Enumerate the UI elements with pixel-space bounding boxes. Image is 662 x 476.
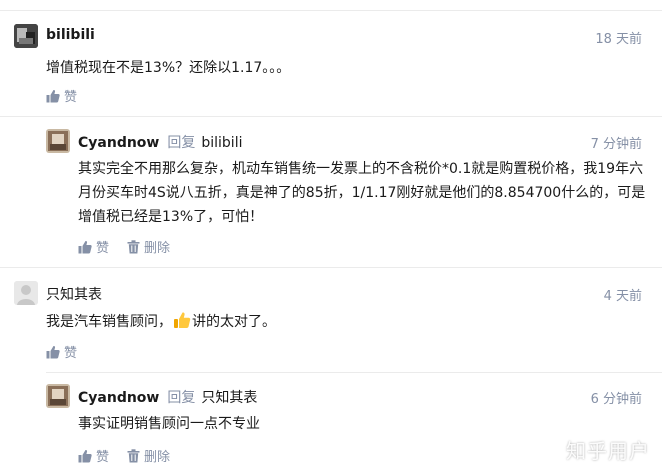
avatar[interactable] bbox=[46, 129, 70, 153]
avatar[interactable] bbox=[14, 24, 38, 48]
thumbs-up-icon bbox=[46, 345, 60, 358]
avatar-image bbox=[46, 129, 70, 153]
comment-content: 增值税现在不是13%？还除以1.17。。。 bbox=[46, 60, 291, 76]
comment-time: 18 天前 bbox=[595, 32, 642, 47]
comment-actions: 赞 bbox=[46, 342, 95, 361]
trash-icon bbox=[127, 448, 140, 462]
default-avatar-icon bbox=[14, 281, 38, 305]
reply-to-user[interactable]: 只知其表 bbox=[201, 390, 257, 406]
top-divider bbox=[0, 10, 662, 11]
comment-divider bbox=[0, 116, 662, 117]
like-label: 赞 bbox=[64, 90, 78, 105]
trash-icon bbox=[127, 239, 140, 253]
thumbs-up-icon bbox=[78, 449, 92, 462]
comment-author[interactable]: 只知其表 bbox=[46, 284, 102, 304]
like-label: 赞 bbox=[96, 450, 110, 465]
delete-button[interactable]: 删除 bbox=[127, 446, 170, 465]
avatar[interactable] bbox=[46, 384, 70, 408]
like-label: 赞 bbox=[64, 346, 78, 361]
reply-author[interactable]: Cyandnow bbox=[78, 390, 159, 406]
like-button[interactable]: 赞 bbox=[46, 342, 77, 361]
delete-label: 删除 bbox=[144, 241, 171, 256]
like-button[interactable]: 赞 bbox=[46, 86, 77, 105]
comment-divider bbox=[46, 372, 662, 373]
reply-actions: 赞 删除 bbox=[78, 237, 188, 256]
reply-to-user[interactable]: bilibili bbox=[201, 135, 242, 151]
avatar[interactable] bbox=[14, 281, 38, 305]
like-button[interactable]: 赞 bbox=[78, 446, 109, 465]
reply-time: 7 分钟前 bbox=[590, 137, 642, 152]
comment-content: 我是汽车销售顾问， 讲的太对了。 bbox=[46, 310, 636, 334]
comment-author[interactable]: bilibili bbox=[46, 27, 95, 43]
like-label: 赞 bbox=[96, 241, 110, 256]
comment-divider bbox=[0, 267, 662, 268]
reply-content: 其实完全不用那么复杂，机动车销售统一发票上的不含税价*0.1就是购置税价格，我1… bbox=[78, 161, 646, 225]
content-text: 我是汽车销售顾问， bbox=[46, 314, 172, 330]
like-button[interactable]: 赞 bbox=[78, 237, 109, 256]
reply-header: Cyandnow 回复 只知其表 bbox=[78, 387, 257, 407]
comment-actions: 赞 bbox=[46, 86, 95, 105]
avatar-image bbox=[14, 24, 38, 48]
reply-content: 事实证明销售顾问一点不专业 bbox=[78, 416, 260, 432]
delete-label: 删除 bbox=[144, 450, 171, 465]
reply-word: 回复 bbox=[167, 390, 196, 406]
watermark: 知乎用户 bbox=[566, 439, 650, 463]
reply-actions: 赞 删除 bbox=[78, 446, 188, 465]
content-text: 讲的太对了。 bbox=[192, 314, 276, 330]
reply-word: 回复 bbox=[167, 135, 196, 151]
thumbs-up-emoji bbox=[174, 312, 191, 328]
thumbs-up-icon bbox=[78, 240, 92, 253]
reply-author[interactable]: Cyandnow bbox=[78, 135, 159, 151]
comment-time: 4 天前 bbox=[603, 289, 642, 304]
reply-time: 6 分钟前 bbox=[590, 392, 642, 407]
reply-header: Cyandnow 回复 bilibili bbox=[78, 132, 242, 152]
delete-button[interactable]: 删除 bbox=[127, 237, 170, 256]
avatar-image bbox=[46, 384, 70, 408]
thumbs-up-icon bbox=[46, 89, 60, 102]
